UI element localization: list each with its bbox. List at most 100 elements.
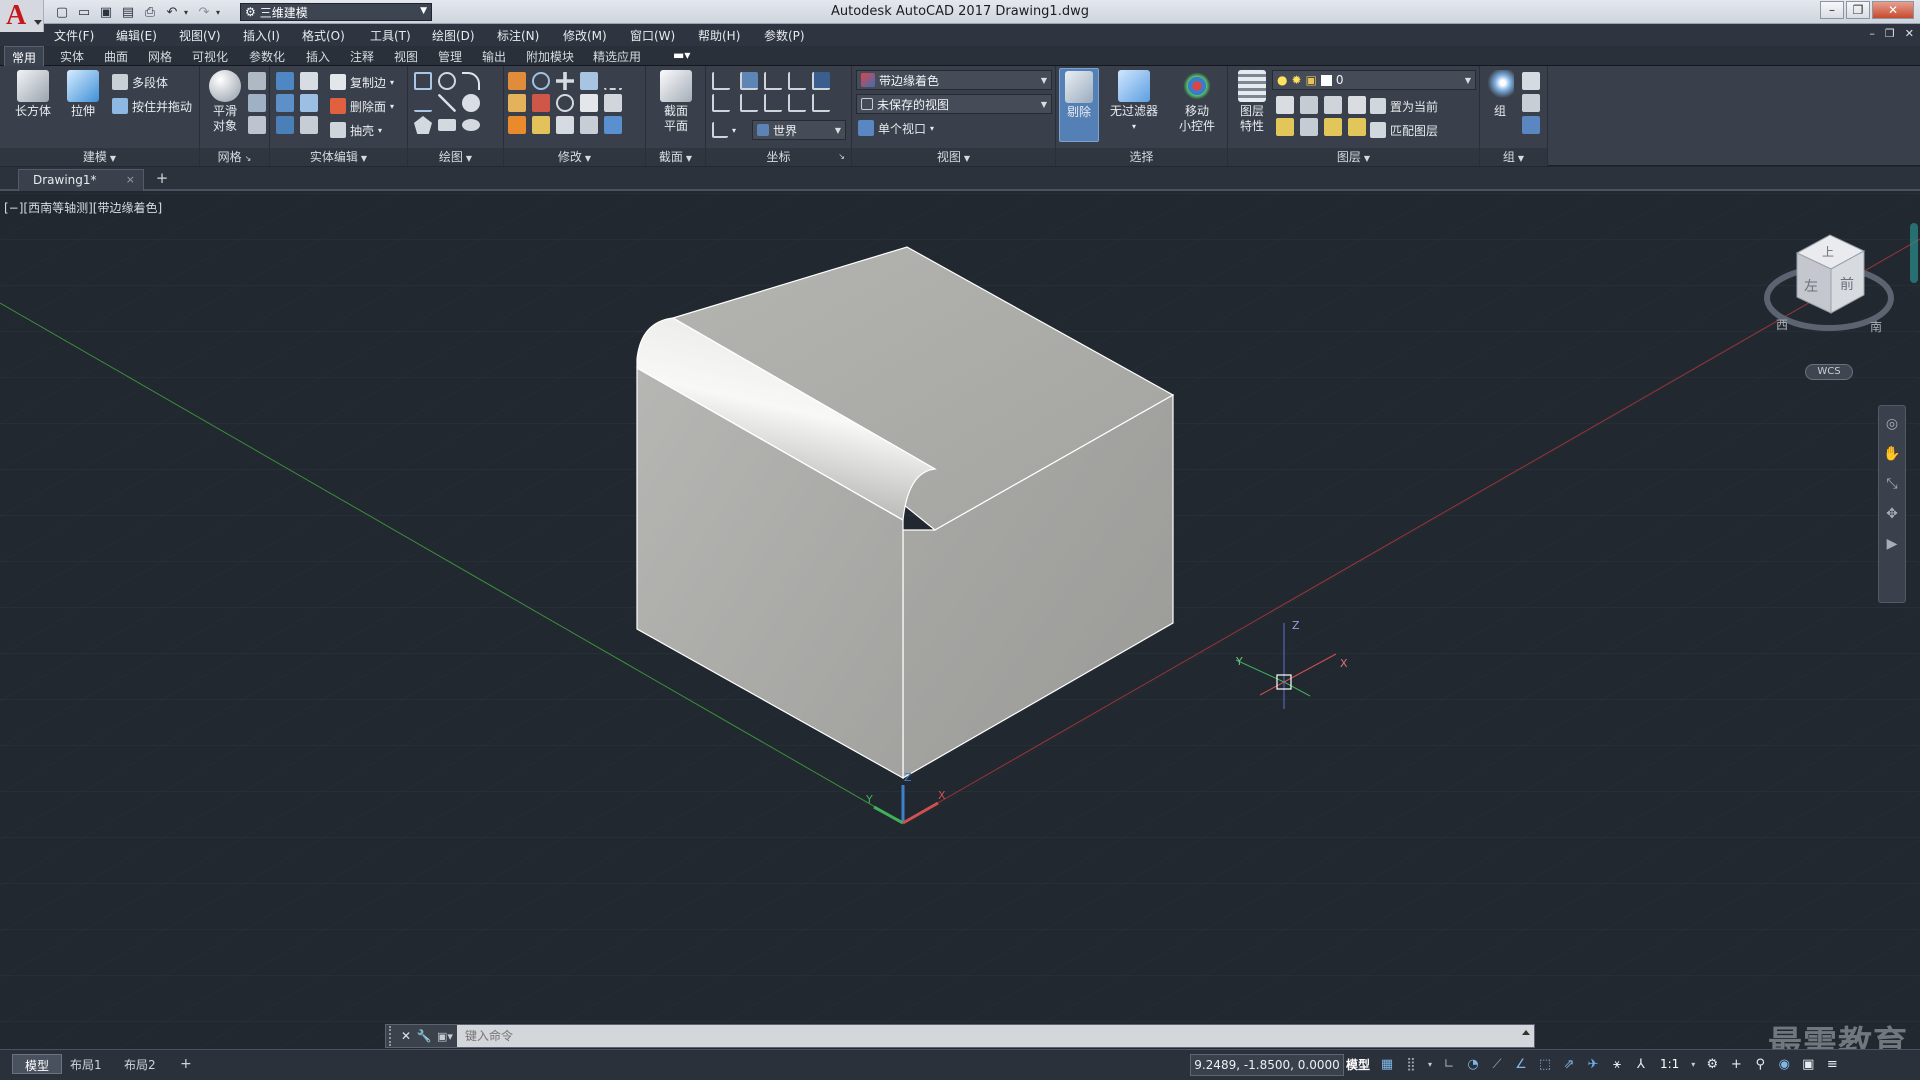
chevron-up-icon[interactable] bbox=[1522, 1030, 1530, 1035]
panel-title-section[interactable]: 截面 ▼ bbox=[646, 148, 705, 166]
print-icon[interactable]: ⎙ bbox=[140, 3, 160, 21]
workspace-gear-icon[interactable]: ⚙ bbox=[1703, 1054, 1721, 1074]
annotation-scale-label[interactable]: 1:1 bbox=[1660, 1057, 1679, 1071]
stretch-icon[interactable] bbox=[556, 116, 574, 134]
menu-format[interactable]: 格式(O) bbox=[302, 27, 345, 44]
polar-icon[interactable]: ◔ bbox=[1464, 1054, 1482, 1074]
circle-tool-icon[interactable] bbox=[556, 94, 574, 112]
undo-icon[interactable]: ↶ bbox=[162, 3, 182, 21]
doc-restore-button[interactable]: ❐ bbox=[1885, 27, 1895, 40]
tab-output[interactable]: 输出 bbox=[475, 46, 513, 66]
extrude-button[interactable]: 拉伸 bbox=[60, 70, 106, 119]
menu-modify[interactable]: 修改(M) bbox=[563, 27, 607, 44]
tab-solid[interactable]: 实体 bbox=[53, 46, 91, 66]
tab-insert[interactable]: 插入 bbox=[299, 46, 337, 66]
line-icon[interactable] bbox=[438, 94, 456, 112]
doc-minimize-button[interactable]: – bbox=[1869, 27, 1875, 40]
rotate3d-icon[interactable] bbox=[532, 72, 550, 90]
close-button[interactable]: ✕ bbox=[1872, 1, 1914, 19]
add-layout-button[interactable]: + bbox=[168, 1054, 204, 1074]
move-gizmo-button[interactable]: 移动 小控件 bbox=[1170, 70, 1224, 134]
offset-icon[interactable] bbox=[604, 72, 622, 90]
tab-featured-apps[interactable]: 精选应用 bbox=[586, 46, 648, 66]
redo-dropdown-icon[interactable]: ▾ bbox=[216, 8, 224, 17]
spline-icon[interactable] bbox=[414, 94, 432, 112]
layer-properties-button[interactable]: 图层 特性 bbox=[1232, 70, 1272, 134]
restore-button[interactable]: ❐ bbox=[1846, 1, 1870, 19]
group-selection-icon[interactable] bbox=[1522, 116, 1540, 134]
layer-off-icon[interactable] bbox=[1276, 96, 1294, 114]
workspace-switcher[interactable]: ⚙ 三维建模 ▼ bbox=[240, 3, 432, 21]
ucs-named-icon[interactable]: ▾ bbox=[712, 120, 736, 140]
trim-icon[interactable] bbox=[508, 72, 526, 90]
ucs-object-icon[interactable] bbox=[712, 94, 730, 112]
showmotion-icon[interactable]: ▶ bbox=[1887, 536, 1898, 552]
array-grid-icon[interactable] bbox=[604, 116, 622, 134]
ucs-icon[interactable] bbox=[712, 72, 730, 90]
new-tab-button[interactable]: + bbox=[152, 171, 172, 187]
coordinate-readout[interactable]: 9.2489, -1.8500, 0.0000 bbox=[1190, 1054, 1344, 1076]
polyline-icon[interactable] bbox=[414, 72, 432, 90]
customization-menu-icon[interactable]: ≡ bbox=[1823, 1054, 1841, 1074]
menu-edit[interactable]: 编辑(E) bbox=[116, 27, 157, 44]
mesh-refine-icon[interactable] bbox=[248, 72, 266, 90]
panel-title-coordinates[interactable]: 坐标 ↘ bbox=[706, 148, 851, 166]
minimize-button[interactable]: – bbox=[1820, 1, 1844, 19]
visual-style-select[interactable]: 带边缘着色 ▼ bbox=[856, 70, 1052, 90]
explode-icon[interactable] bbox=[508, 116, 526, 134]
tab-addins[interactable]: 附加模块 bbox=[519, 46, 581, 66]
interfere-icon[interactable] bbox=[300, 72, 318, 90]
ribbon-display-toggle-icon[interactable]: ▬▾ bbox=[666, 46, 697, 66]
dynamic-ucs-icon[interactable]: ⇗ bbox=[1560, 1054, 1578, 1074]
layout-tab-1[interactable]: 布局1 bbox=[58, 1054, 114, 1074]
tab-mesh[interactable]: 网格 bbox=[141, 46, 179, 66]
intersect-icon[interactable] bbox=[276, 116, 294, 134]
move-icon[interactable] bbox=[556, 72, 574, 90]
fillet-icon[interactable] bbox=[508, 94, 526, 112]
layer-thaw-icon[interactable] bbox=[1324, 118, 1342, 136]
layer-unlock-icon[interactable] bbox=[1348, 118, 1366, 136]
wrench-icon[interactable]: 🔧 bbox=[415, 1029, 433, 1043]
panel-title-mesh[interactable]: 网格 ↘ bbox=[200, 148, 269, 166]
ucs-zaxis-icon[interactable] bbox=[788, 94, 806, 112]
tab-surface[interactable]: 曲面 bbox=[97, 46, 135, 66]
isodraft-icon[interactable]: ⟋ bbox=[1488, 1054, 1506, 1074]
ucs-3point-icon[interactable] bbox=[764, 94, 782, 112]
layer-select[interactable]: ● ✹ ▣ 0 ▼ bbox=[1272, 70, 1476, 90]
undo-dropdown-icon[interactable]: ▾ bbox=[184, 8, 192, 17]
ucs-select[interactable]: 世界 ▼ bbox=[752, 120, 846, 140]
drag-handle[interactable] bbox=[389, 1026, 397, 1046]
grid-icon[interactable]: ▦ bbox=[1378, 1054, 1396, 1074]
mesh-crease-icon[interactable] bbox=[248, 94, 266, 112]
make-current-button[interactable]: 置为当前 bbox=[1370, 96, 1438, 116]
ellipse-icon[interactable] bbox=[462, 119, 480, 131]
ucs-origin-icon[interactable] bbox=[788, 72, 806, 90]
layer-lock-icon[interactable] bbox=[1348, 96, 1366, 114]
ucs-face-icon[interactable] bbox=[740, 94, 758, 112]
ucs-x-icon[interactable] bbox=[812, 94, 830, 112]
panel-title-modeling[interactable]: 建模 ▼ bbox=[0, 148, 199, 166]
layer-freeze-icon[interactable] bbox=[1324, 96, 1342, 114]
tab-manage[interactable]: 管理 bbox=[431, 46, 469, 66]
shell-button[interactable]: 抽壳 ▾ bbox=[330, 120, 382, 140]
align-icon[interactable] bbox=[532, 116, 550, 134]
menu-insert[interactable]: 插入(I) bbox=[243, 27, 280, 44]
pan-hand-icon[interactable]: ✋ bbox=[1883, 446, 1900, 462]
close-icon[interactable]: ✕ bbox=[397, 1029, 415, 1043]
layer-isolate-icon[interactable] bbox=[1300, 96, 1318, 114]
panel-title-draw[interactable]: 绘图 ▼ bbox=[408, 148, 503, 166]
subtract-icon[interactable] bbox=[276, 94, 294, 112]
panel-title-view[interactable]: 视图 ▼ bbox=[852, 148, 1055, 166]
command-input[interactable] bbox=[457, 1025, 1534, 1047]
match-layer-button[interactable]: 匹配图层 bbox=[1370, 120, 1438, 140]
tab-visualize[interactable]: 可视化 bbox=[185, 46, 235, 66]
union-icon[interactable] bbox=[276, 72, 294, 90]
tab-annotate[interactable]: 注释 bbox=[343, 46, 381, 66]
smooth-object-button[interactable]: 平滑 对象 bbox=[202, 70, 248, 134]
new-file-icon[interactable]: ▢ bbox=[52, 3, 72, 21]
layer-on-icon[interactable] bbox=[1276, 118, 1294, 136]
application-menu-button[interactable]: A bbox=[0, 0, 44, 32]
polysolid-button[interactable]: 多段体 bbox=[112, 72, 168, 92]
layout-tab-2[interactable]: 布局2 bbox=[112, 1054, 168, 1074]
panel-title-groups[interactable]: 组 ▼ bbox=[1480, 148, 1547, 166]
